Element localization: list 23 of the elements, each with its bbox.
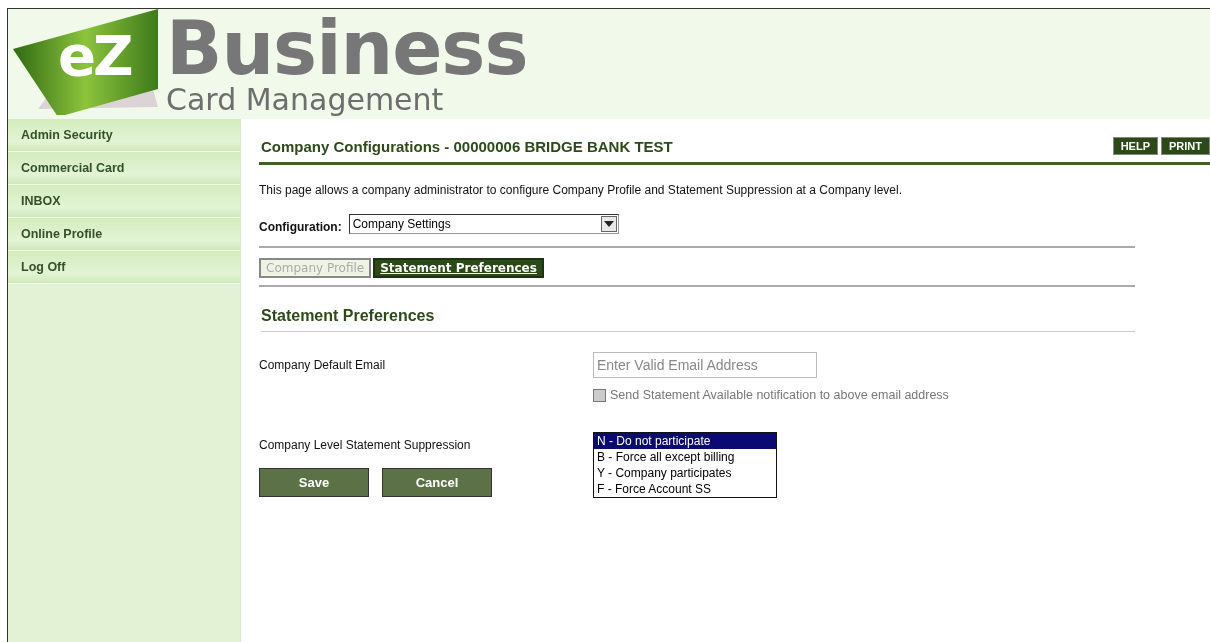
header-button[interactable]: HELP — [1112, 137, 1158, 155]
list-option[interactable]: N - Do not participate — [594, 433, 776, 449]
sidebar-item[interactable]: Admin Security — [8, 119, 240, 152]
logo-subtitle: Card Management — [166, 85, 444, 115]
form-button[interactable]: Cancel — [382, 468, 492, 497]
sidebar-item[interactable]: Commercial Card — [8, 152, 240, 185]
logo-title: Business — [166, 11, 528, 85]
page-description: This page allows a company administrator to configure Company Profile and Statement Suppression at a Company level. — [259, 183, 903, 197]
notification-label: Send Statement Available notification to above email address — [610, 388, 949, 402]
header-button[interactable]: PRINT — [1161, 137, 1210, 155]
tab[interactable]: Statement Preferences — [373, 258, 544, 278]
page-title: Company Configurations - 00000006 BRIDGE BANK TEST — [261, 137, 673, 155]
email-field[interactable]: Enter Valid Email Address — [593, 352, 817, 378]
logo-mark: eZ — [58, 23, 131, 88]
section-title: Statement Preferences — [261, 307, 1135, 332]
sidebar-item[interactable]: Online Profile — [8, 218, 240, 251]
form-button[interactable]: Save — [259, 468, 369, 497]
suppression-label: Company Level Statement Suppression — [259, 438, 472, 452]
sidebar-item[interactable]: INBOX — [8, 185, 240, 218]
configuration-select[interactable]: Company Settings — [348, 214, 619, 234]
email-label: Company Default Email — [259, 358, 387, 372]
configuration-label: Configuration: — [259, 220, 342, 234]
sidebar-item[interactable]: Log Off — [8, 251, 240, 284]
